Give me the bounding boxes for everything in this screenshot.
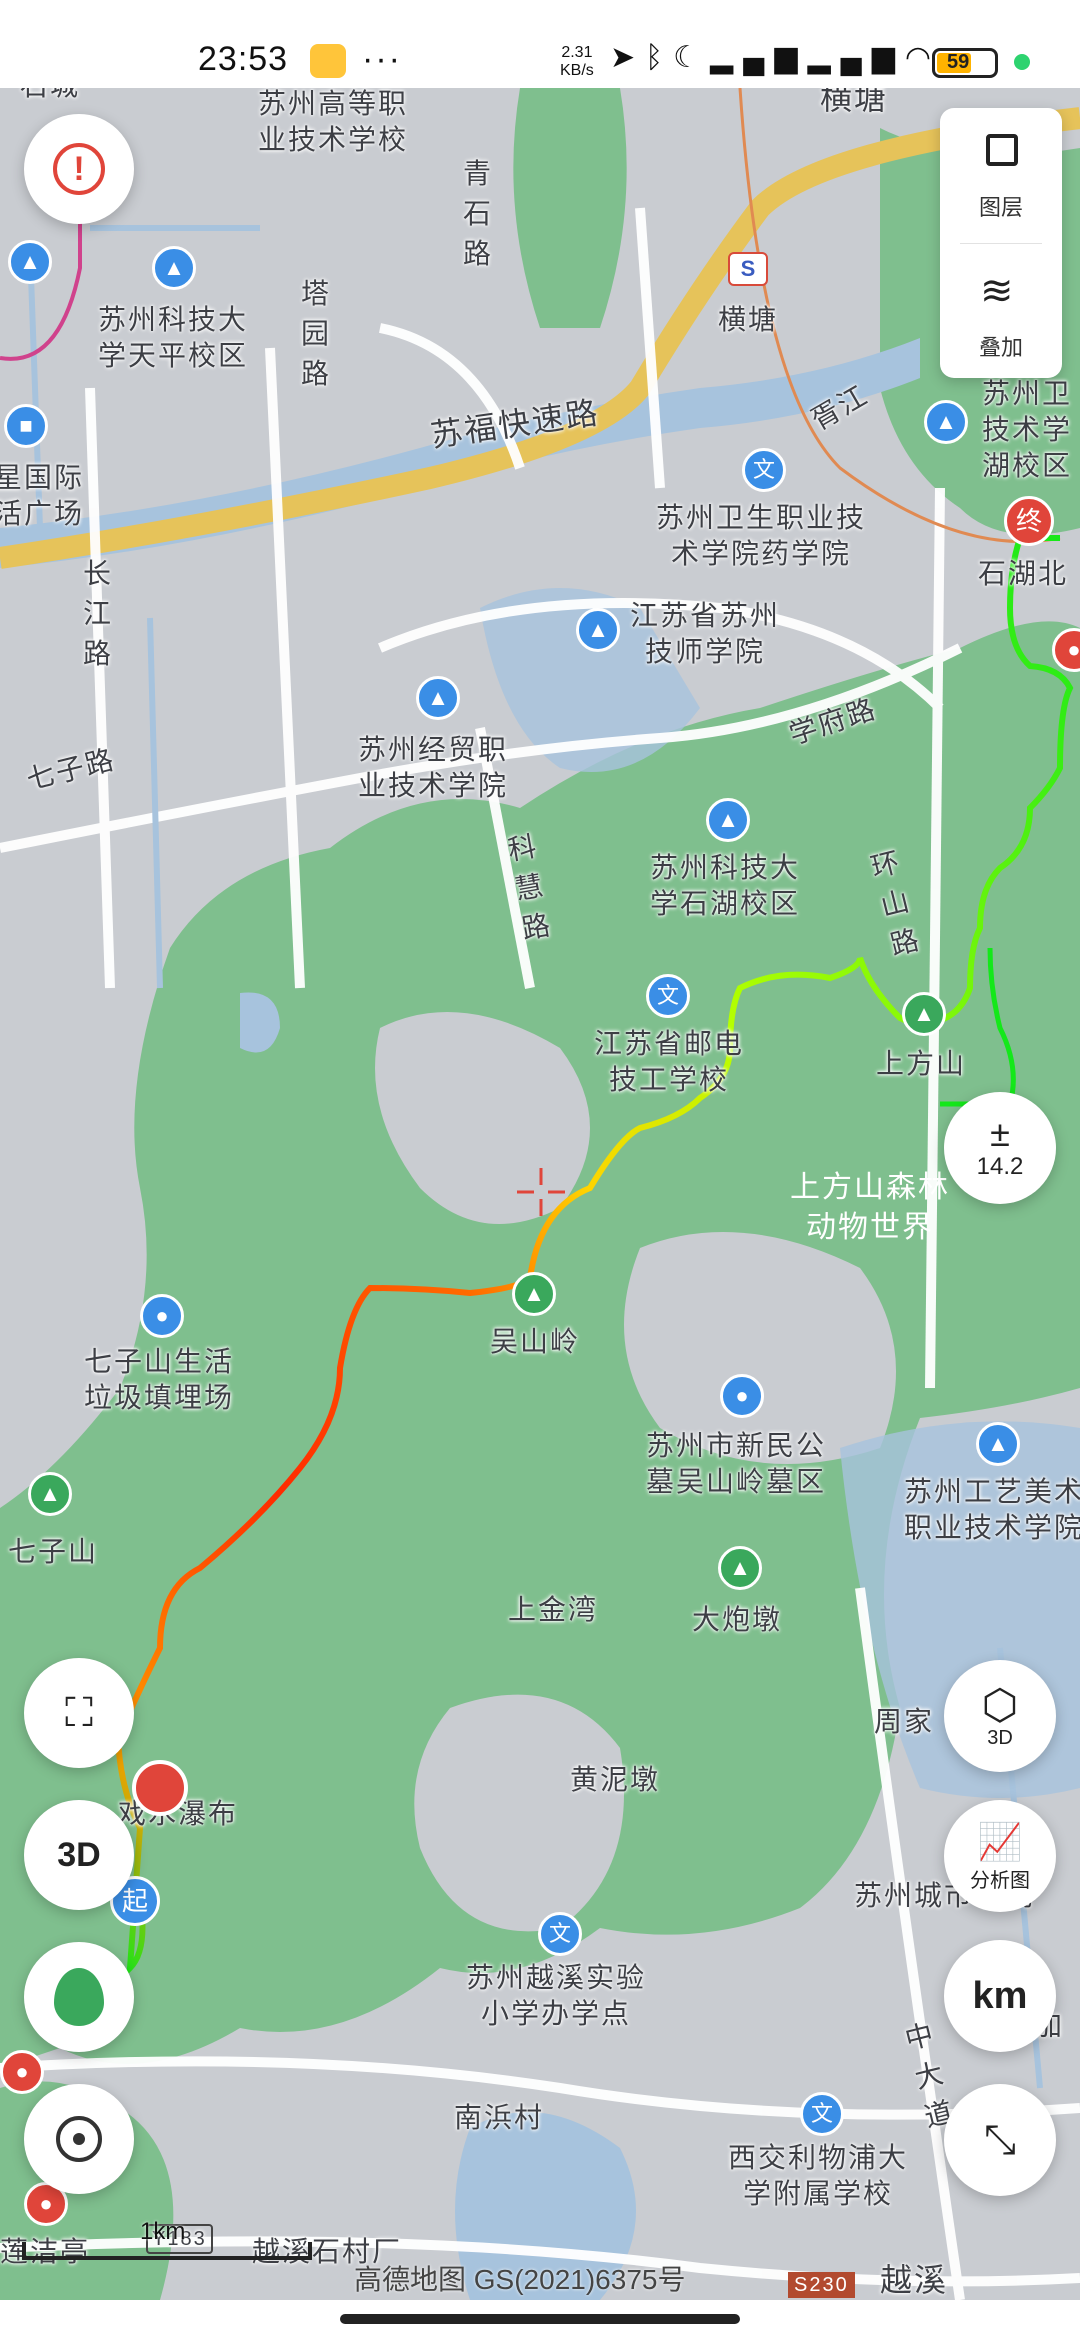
label-qizishan: 七子山: [8, 1536, 99, 1567]
map-copyright: 高德地图 GS(2021)6375号: [354, 2264, 686, 2295]
label-qingshi-road: 青 石 路: [462, 158, 493, 269]
signal-2-icon: ▂▄▆: [807, 41, 905, 74]
notification-icon: [310, 44, 346, 78]
alert-icon: !: [53, 143, 105, 195]
label-gaodeng-school: 苏州高等职 业技术学校: [258, 88, 409, 155]
location-icon: ➤: [610, 41, 646, 74]
school-pin-icon[interactable]: ▲: [706, 798, 750, 842]
label-nanbin: 南浜村: [454, 2102, 545, 2133]
label-jingmao: 苏州经贸职 业技术学院: [358, 734, 509, 801]
collapse-button[interactable]: ⤡: [944, 2084, 1056, 2196]
school-pin-icon[interactable]: ▲: [152, 246, 196, 290]
status-bar: 23:53 ··· 2.31 KB/s ➤ᛒ☾▂▄▆▂▄▆◠ 59: [0, 0, 1080, 88]
mountain-pin-icon[interactable]: ▲: [512, 1272, 556, 1316]
poi-pin-icon[interactable]: ●: [0, 2050, 44, 2094]
label-dongwu: 上方山森林 动物世界: [790, 1171, 950, 1244]
signal-icon: ▂▄▆: [710, 41, 808, 74]
label-changjiang-road: 长 江 路: [82, 558, 113, 669]
mountain-pin-icon[interactable]: ▲: [902, 992, 946, 1036]
poi-pin-icon[interactable]: ■: [4, 404, 48, 448]
view-3d-button[interactable]: ⬡ 3D: [944, 1660, 1056, 1772]
layers-icon: [986, 134, 1018, 166]
label-keji-tianping: 苏州科技大 学天平校区: [98, 304, 249, 371]
mountain-pin-icon[interactable]: ▲: [28, 1472, 72, 1516]
label-taoyuan-road: 塔 园 路: [300, 278, 331, 389]
label-jishi: 江苏省苏州 技师学院: [630, 600, 781, 667]
label-shangjinwan: 上金湾: [508, 1594, 599, 1625]
left-3d-button[interactable]: 3D: [24, 1800, 134, 1910]
3d-icon: 3D: [57, 1835, 101, 1874]
overlay-button[interactable]: ≋ 叠加: [940, 248, 1062, 376]
locate-button[interactable]: [24, 2084, 134, 2194]
fit-track-button[interactable]: ⛶: [24, 1658, 134, 1768]
poi-pin-icon[interactable]: ●: [720, 1374, 764, 1418]
label-huangnidun: 黄泥墩: [570, 1764, 661, 1795]
system-icons: ➤ᛒ☾▂▄▆▂▄▆◠: [610, 40, 941, 75]
battery-icon: 59: [932, 48, 998, 78]
label-yuexi-school: 苏州越溪实验 小学办学点: [466, 1962, 647, 2029]
collapse-arrows-icon: ⤡: [984, 2117, 1016, 2162]
school-pin-icon[interactable]: ▲: [8, 240, 52, 284]
culture-pin-icon[interactable]: 文: [646, 974, 690, 1018]
moon-icon: ☾: [673, 41, 711, 74]
label-xijiao: 西交利物浦大 学附属学校: [728, 2142, 909, 2209]
photo-marker-icon[interactable]: [132, 1760, 188, 1816]
scale-label: 1km: [140, 2218, 186, 2245]
layers-button[interactable]: 图层: [940, 108, 1062, 236]
label-keji-shihu: 苏州科技大 学石湖校区: [650, 852, 801, 919]
label-keji-right: 苏州卫 技术学 湖校区: [982, 378, 1073, 481]
zoom-button[interactable]: ± 14.2: [944, 1092, 1056, 1204]
label-gongyi: 苏州工艺美术 职业技术学院: [904, 1476, 1080, 1543]
home-indicator[interactable]: [340, 2314, 740, 2324]
label-hengtang-metro: 横塘: [718, 304, 779, 335]
label-qizishan-landfill: 七子山生活 垃圾填埋场: [84, 1346, 235, 1413]
label-shihubei: 石湖北: [978, 558, 1069, 589]
label-weisheng: 苏州卫生职业技 术学院药学院: [656, 502, 867, 569]
label-shicheng: 石城: [20, 88, 80, 104]
label-wushanling: 吴山岭: [490, 1326, 581, 1357]
privacy-dot-icon: [1014, 54, 1030, 70]
culture-pin-icon[interactable]: 文: [742, 448, 786, 492]
label-hengtang-top: 横塘: [820, 88, 889, 116]
end-marker[interactable]: 终: [1004, 496, 1054, 546]
label-youdian: 江苏省邮电 技工学校: [594, 1028, 745, 1095]
fit-frame-icon: ⛶: [65, 1690, 93, 1735]
poi-pin-icon[interactable]: ●: [140, 1294, 184, 1338]
zoom-icon: ±: [990, 1113, 1010, 1154]
footprint-icon: [54, 1968, 104, 2026]
label-yuexi: 越溪: [880, 2262, 949, 2298]
map-view[interactable]: 石城 苏州高等职 业技术学校 横塘 青 石 路 苏州科技大 学天平校区 塔 园 …: [0, 88, 1080, 2300]
zoom-level: 14.2: [976, 1153, 1024, 1180]
status-time: 23:53: [198, 40, 289, 78]
analysis-chart-button[interactable]: 📈 分析图: [944, 1800, 1056, 1912]
school-pin-icon[interactable]: ▲: [576, 608, 620, 652]
school-pin-icon[interactable]: ▲: [976, 1422, 1020, 1466]
stack-icon: ≋: [980, 269, 1014, 313]
label-shangfangshan: 上方山: [876, 1048, 967, 1079]
unit-km-button[interactable]: km: [944, 1940, 1056, 2052]
culture-pin-icon[interactable]: 文: [538, 1912, 582, 1956]
footprint-button[interactable]: [24, 1942, 134, 2052]
mountain-pin-icon[interactable]: ▲: [718, 1546, 762, 1590]
label-guoji: 星国际 活广场: [0, 462, 85, 529]
more-notifications-icon: ···: [362, 40, 402, 78]
school-pin-icon[interactable]: ▲: [924, 400, 968, 444]
cube-icon: ⬡: [981, 1680, 1019, 1728]
chart-line-icon: 📈: [977, 1820, 1023, 1862]
network-speed: 2.31 KB/s: [560, 44, 594, 79]
school-pin-icon[interactable]: ▲: [416, 676, 460, 720]
layers-panel: 图层 ≋ 叠加: [940, 108, 1062, 378]
label-zhoujia: 周家: [874, 1706, 935, 1737]
label-cemetery: 苏州市新民公 墓吴山岭墓区: [646, 1430, 827, 1497]
alert-button[interactable]: !: [24, 114, 134, 224]
culture-pin-icon[interactable]: 文: [800, 2092, 844, 2136]
label-dapaodun: 大炮墩: [692, 1604, 783, 1635]
metro-station-icon[interactable]: S: [728, 252, 768, 286]
label-s230: S230: [788, 2272, 855, 2298]
locate-icon: [56, 2116, 102, 2162]
bluetooth-icon: ᛒ: [645, 41, 674, 74]
